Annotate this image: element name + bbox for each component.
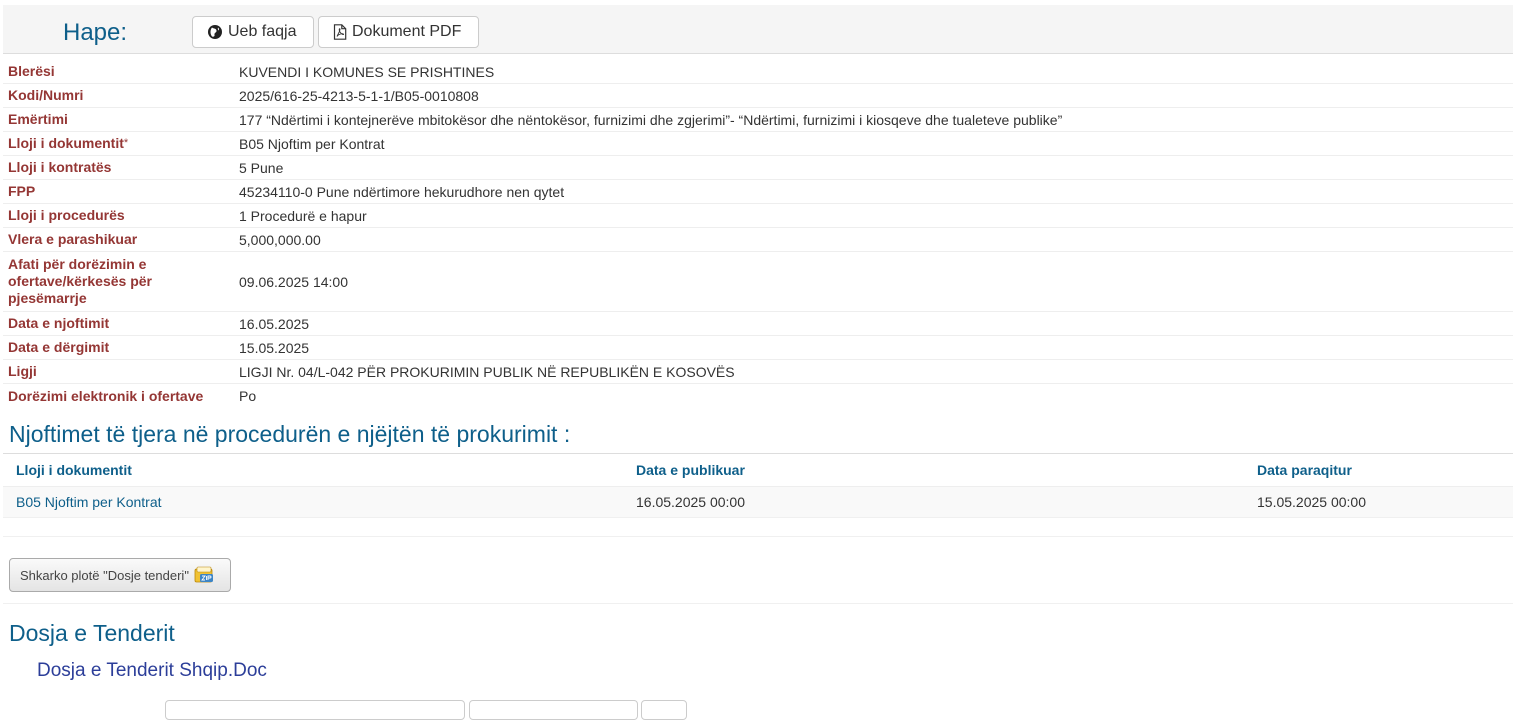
pdf-document-button[interactable]: Dokument PDF xyxy=(318,16,479,48)
tender-document-link[interactable]: Dosja e Tenderit Shqip.Doc xyxy=(37,660,267,682)
detail-value: 177 “Ndërtimi i kontejnerëve mbitokësor … xyxy=(239,111,1063,128)
detail-row-law: Ligji LIGJI Nr. 04/L-042 PËR PROKURIMIN … xyxy=(3,360,1513,384)
detail-value: 15.05.2025 xyxy=(239,339,310,356)
detail-row-contract-type: Lloji i kontratës 5 Pune xyxy=(3,156,1513,180)
detail-value: 2025/616-25-4213-5-1-1/B05-0010808 xyxy=(239,87,479,104)
document-action-button[interactable] xyxy=(165,700,465,720)
detail-row-procedure-type: Lloji i procedurës 1 Procedurë e hapur xyxy=(3,204,1513,228)
detail-row-code: Kodi/Numri 2025/616-25-4213-5-1-1/B05-00… xyxy=(3,84,1513,108)
submitted-date-cell: 15.05.2025 00:00 xyxy=(1257,494,1366,510)
detail-value: 16.05.2025 xyxy=(239,315,310,332)
document-action-button[interactable] xyxy=(469,700,638,720)
document-action-button[interactable] xyxy=(641,700,687,720)
zip-archive-icon xyxy=(194,566,213,583)
other-notices-title: Njoftimet të tjera në procedurën e njëjt… xyxy=(9,421,571,447)
detail-row-fpp: FPP 45234110-0 Pune ndërtimore hekurudho… xyxy=(3,180,1513,204)
open-toolbar: Hape: Ueb faqja Dokument PDF xyxy=(3,5,1513,54)
column-header-submitted-date: Data paraqitur xyxy=(1257,462,1352,478)
pdf-document-button-label: Dokument PDF xyxy=(352,23,462,40)
detail-value: 45234110-0 Pune ndërtimore hekurudhore n… xyxy=(239,183,565,200)
column-header-published-date: Data e publikuar xyxy=(636,462,745,478)
detail-row-sent-date: Data e dërgimit 15.05.2025 xyxy=(3,336,1513,360)
detail-label: Data e dërgimit xyxy=(8,339,110,355)
detail-label: Kodi/Numri xyxy=(8,87,84,103)
detail-label: Blerësi xyxy=(8,63,55,79)
tender-details-table: Blerësi KUVENDI I KOMUNES SE PRISHTINES … xyxy=(3,60,1513,408)
required-marker: * xyxy=(123,137,129,149)
pdf-file-icon xyxy=(333,24,347,40)
download-tender-file-button[interactable]: Shkarko plotë "Dosje tenderi" xyxy=(9,558,231,592)
download-button-label: Shkarko plotë "Dosje tenderi" xyxy=(20,567,189,583)
detail-value: LIGJI Nr. 04/L-042 PËR PROKURIMIN PUBLIK… xyxy=(239,363,735,380)
web-page-button[interactable]: Ueb faqja xyxy=(192,16,314,48)
open-label: Hape: xyxy=(63,19,128,46)
detail-row-electronic-submission: Dorëzimi elektronik i ofertave Po xyxy=(3,384,1513,408)
detail-row-estimated-value: Vlera e parashikuar 5,000,000.00 xyxy=(3,228,1513,252)
published-date-cell: 16.05.2025 00:00 xyxy=(636,494,745,510)
notice-document-link[interactable]: B05 Njoftim per Kontrat xyxy=(3,494,623,510)
detail-label: Lloji i kontratës xyxy=(8,159,112,175)
detail-label: Dorëzimi elektronik i ofertave xyxy=(8,387,204,404)
other-notices-table: Lloji i dokumentit Data e publikuar Data… xyxy=(3,453,1513,518)
detail-label: Emërtimi xyxy=(8,111,68,127)
detail-value: Po xyxy=(239,388,257,404)
tender-file-title: Dosja e Tenderit xyxy=(9,620,175,646)
table-row: B05 Njoftim per Kontrat 16.05.2025 00:00… xyxy=(3,487,1513,518)
detail-value: KUVENDI I KOMUNES SE PRISHTINES xyxy=(239,63,495,80)
section-divider xyxy=(3,603,1513,604)
detail-row-name: Emërtimi 177 “Ndërtimi i kontejnerëve mb… xyxy=(3,108,1513,132)
detail-label: Ligji xyxy=(8,363,37,379)
table-header-row: Lloji i dokumentit Data e publikuar Data… xyxy=(3,454,1513,487)
detail-label: Data e njoftimit xyxy=(8,315,110,331)
detail-row-document-type: Lloji i dokumentit * B05 Njoftim per Kont… xyxy=(3,132,1513,156)
detail-value: 5,000,000.00 xyxy=(239,231,321,248)
web-page-button-label: Ueb faqja xyxy=(228,23,297,40)
detail-label: Vlera e parashikuar xyxy=(8,231,138,247)
detail-row-deadline: Afati për dorëzimin e ofertave/kërkesës … xyxy=(3,252,1513,312)
section-divider xyxy=(3,536,1513,537)
globe-icon xyxy=(208,25,222,39)
detail-value: 5 Pune xyxy=(239,159,284,176)
column-header-document-type: Lloji i dokumentit xyxy=(16,462,132,478)
detail-label: FPP xyxy=(8,183,36,199)
detail-row-buyer: Blerësi KUVENDI I KOMUNES SE PRISHTINES xyxy=(3,60,1513,84)
detail-label: Lloji i procedurës xyxy=(8,207,125,223)
detail-label: Lloji i dokumentit xyxy=(8,135,124,151)
detail-value: 09.06.2025 14:00 xyxy=(239,273,348,290)
detail-row-notice-date: Data e njoftimit 16.05.2025 xyxy=(3,312,1513,336)
detail-value: B05 Njoftim per Kontrat xyxy=(239,135,385,152)
detail-label: Afati për dorëzimin e ofertave/kërkesës … xyxy=(8,256,152,306)
detail-label-wrap: Lloji i dokumentit * xyxy=(3,132,234,155)
detail-value: 1 Procedurë e hapur xyxy=(239,207,367,224)
